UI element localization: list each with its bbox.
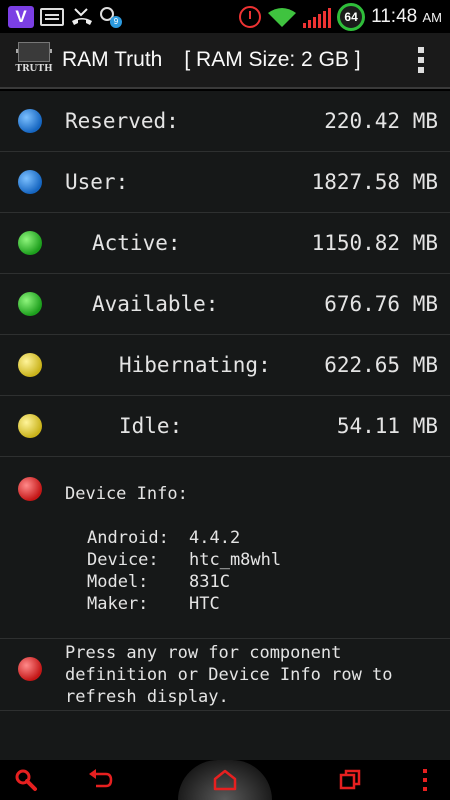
device-info-lines: Android: 4.4.2 Device: htc_m8whl Model: … xyxy=(87,527,281,615)
back-icon xyxy=(89,769,113,788)
info-key: Maker: xyxy=(87,594,149,614)
home-icon xyxy=(213,769,237,791)
memory-list: Reserved: 220.42 MB User: 1827.58 MB Act… xyxy=(0,91,450,760)
row-value: 1827.58 MB xyxy=(311,170,438,194)
app-logo-text: TRUTH xyxy=(15,64,53,74)
row-value: 676.76 MB xyxy=(324,292,438,316)
info-value: htc_m8whl xyxy=(189,550,282,570)
overflow-menu-icon xyxy=(423,769,427,791)
row-label: Reserved: xyxy=(65,109,179,133)
viber-notification-icon: V xyxy=(8,5,34,28)
app-title: RAM Truth xyxy=(62,48,163,71)
overflow-menu-button[interactable] xyxy=(405,760,445,800)
row-value: 54.11 MB xyxy=(336,414,438,438)
info-value: 4.4.2 xyxy=(189,528,241,548)
help-row[interactable]: Press any row for component definition o… xyxy=(0,639,450,711)
alarm-icon xyxy=(239,5,262,28)
info-value: HTC xyxy=(189,594,220,614)
green-dot-icon xyxy=(18,292,42,316)
status-bar: V 9 64 11:48 AM xyxy=(0,0,450,33)
device-info-line: Android: 4.4.2 xyxy=(87,527,281,549)
clock-time: 11:48 xyxy=(371,5,418,27)
device-info-line: Maker: HTC xyxy=(87,593,281,615)
clock-ampm: AM xyxy=(422,9,443,25)
row-value: 1150.82 MB xyxy=(311,231,438,255)
yellow-dot-icon xyxy=(18,414,42,438)
info-key: Android: xyxy=(87,528,169,548)
home-button[interactable] xyxy=(205,760,245,800)
info-key: Model: xyxy=(87,572,149,592)
search-icon xyxy=(15,769,37,791)
row-value: 622.65 MB xyxy=(324,353,438,377)
device-info-title: Device Info: xyxy=(65,484,188,504)
yellow-dot-icon xyxy=(18,353,42,377)
row-label: Idle: xyxy=(119,414,183,438)
row-label: Available: xyxy=(92,292,219,316)
overflow-menu-icon[interactable] xyxy=(418,47,424,73)
status-clock: 11:48 AM xyxy=(371,6,442,28)
row-user[interactable]: User: 1827.58 MB xyxy=(0,152,450,213)
help-text: Press any row for component definition o… xyxy=(65,643,393,707)
ram-size-label: [ RAM Size: 2 GB ] xyxy=(184,48,361,71)
blue-dot-icon xyxy=(18,170,42,194)
red-dot-icon xyxy=(18,657,42,681)
info-key: Device: xyxy=(87,550,159,570)
row-reserved[interactable]: Reserved: 220.42 MB xyxy=(0,91,450,152)
row-active[interactable]: Active: 1150.82 MB xyxy=(0,213,450,274)
app-bar: TRUTH RAM Truth [ RAM Size: 2 GB ] xyxy=(0,33,450,89)
device-info-row[interactable]: Device Info: Android: 4.4.2 Device: htc_… xyxy=(0,457,450,639)
row-hibernating[interactable]: Hibernating: 622.65 MB xyxy=(0,335,450,396)
search-button[interactable] xyxy=(6,760,46,800)
signal-strength-icon xyxy=(303,6,332,28)
row-label: Hibernating: xyxy=(119,353,271,377)
sync-notification-icon: 9 xyxy=(100,6,122,28)
green-dot-icon xyxy=(18,231,42,255)
device-info-line: Device: htc_m8whl xyxy=(87,549,281,571)
battery-icon: 64 xyxy=(337,2,366,31)
recent-apps-button[interactable] xyxy=(330,760,370,800)
keyboard-icon xyxy=(40,7,64,26)
app-logo-icon: TRUTH xyxy=(14,40,54,80)
row-value: 220.42 MB xyxy=(324,109,438,133)
recent-apps-icon xyxy=(339,769,361,790)
sync-badge: 9 xyxy=(110,15,122,28)
navigation-bar xyxy=(0,760,450,800)
row-label: User: xyxy=(65,170,129,194)
back-button[interactable] xyxy=(80,760,120,800)
device-info-line: Model: 831C xyxy=(87,571,281,593)
wifi-icon xyxy=(268,7,297,27)
red-dot-icon xyxy=(18,477,42,501)
row-available[interactable]: Available: 676.76 MB xyxy=(0,274,450,335)
missed-call-icon xyxy=(72,7,92,25)
row-idle[interactable]: Idle: 54.11 MB xyxy=(0,396,450,457)
blue-dot-icon xyxy=(18,109,42,133)
row-label: Active: xyxy=(92,231,181,255)
info-value: 831C xyxy=(189,572,230,592)
